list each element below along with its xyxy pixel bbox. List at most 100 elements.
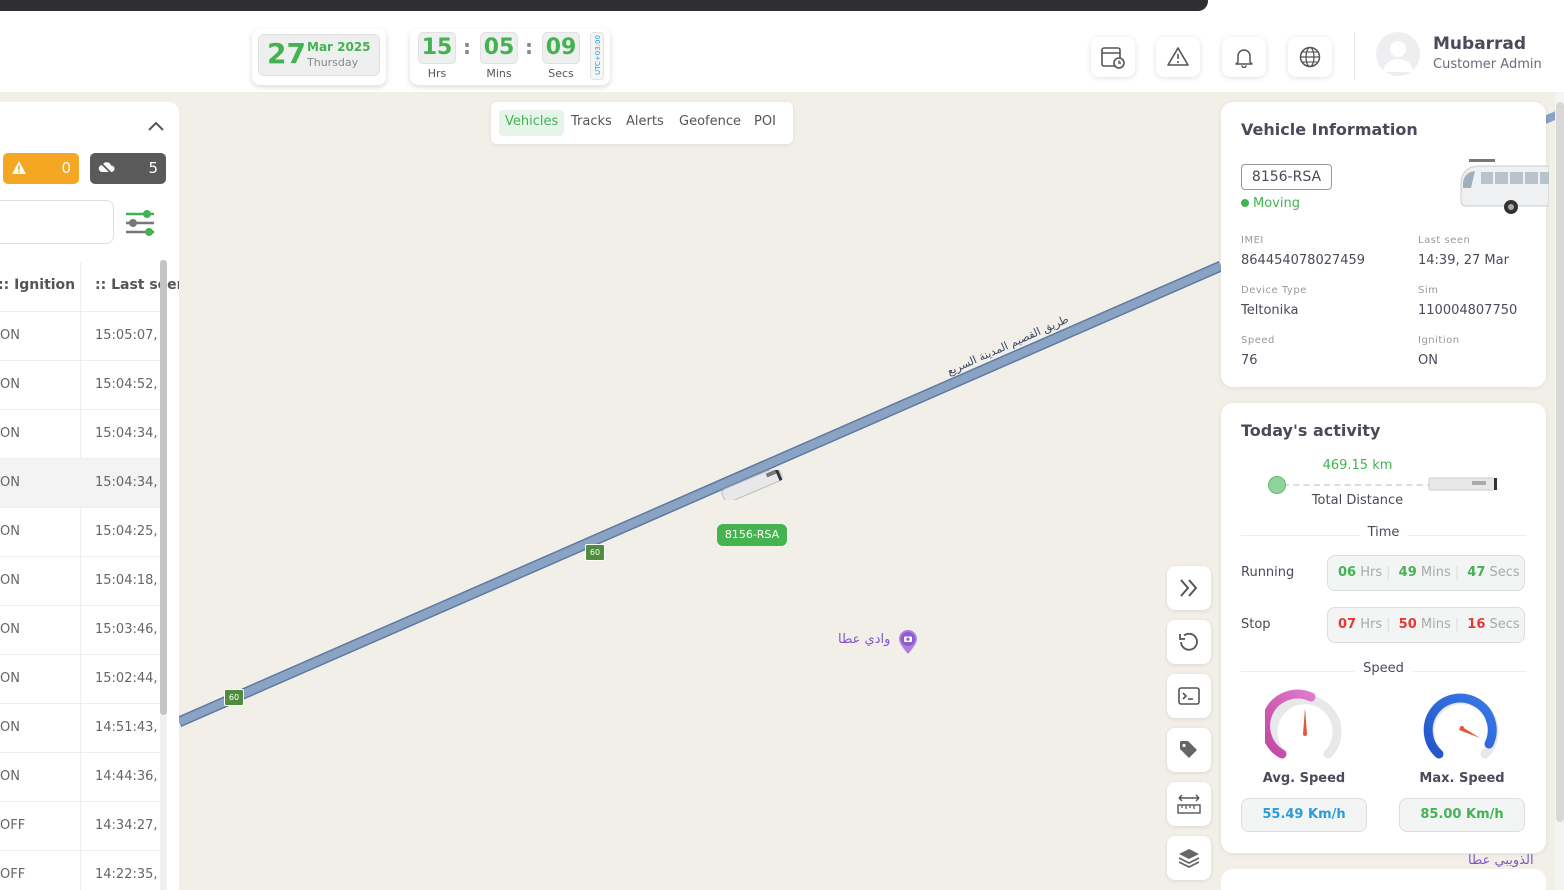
ignition-cell: ON (0, 524, 20, 539)
max-speed-label: Max. Speed (1419, 771, 1505, 786)
last-seen-cell: 15:04:34, 2 (95, 426, 160, 441)
tags-button[interactable] (1167, 728, 1211, 772)
clock-seconds-label: Secs (548, 67, 574, 80)
last-seen-cell: 15:03:46, 2 (95, 622, 160, 637)
vehicle-status-text: Moving (1253, 196, 1300, 211)
language-button[interactable] (1288, 37, 1332, 77)
sim-label: Sim (1418, 285, 1439, 296)
map-layers-button[interactable] (1167, 836, 1211, 880)
poi-label[interactable]: وادي عطا (838, 632, 890, 647)
ignition-cell: ON (0, 622, 20, 637)
table-row[interactable]: OFF 14:34:27, 2 (0, 802, 160, 851)
refresh-button[interactable] (1167, 620, 1211, 664)
table-row[interactable]: OFF 14:22:35, 2 (0, 851, 160, 890)
table-row[interactable]: ON 15:04:34, 2 (0, 410, 160, 459)
date-day: 27 (267, 37, 306, 70)
stop-hrs: 07 (1338, 617, 1357, 632)
vehicle-marker[interactable] (717, 470, 787, 500)
status-dot (1241, 199, 1249, 207)
sim-value: 110004807750 (1418, 303, 1518, 318)
scrollbar-thumb[interactable] (160, 260, 167, 715)
schedule-report-button[interactable] (1091, 37, 1135, 77)
table-row[interactable]: ON 15:04:25, 2 (0, 508, 160, 557)
ignition-cell: OFF (0, 867, 26, 882)
clock-seconds: 09 (542, 32, 580, 64)
tab-poi[interactable]: POI (748, 110, 782, 136)
expand-panel-button[interactable] (1167, 566, 1211, 610)
route-shield-60: 60 (585, 544, 605, 561)
vehicle-status: Moving (1241, 196, 1300, 211)
notifications-button[interactable] (1222, 37, 1266, 77)
imei-value: 864454078027459 (1241, 253, 1366, 268)
command-button[interactable] (1167, 674, 1211, 718)
distance-start-dot (1268, 476, 1286, 494)
time-section-title-text: Time (1359, 525, 1408, 540)
camera-pin-icon[interactable] (897, 629, 919, 659)
tab-geofence[interactable]: Geofence (673, 110, 747, 136)
last-seen-cell: 14:34:27, 2 (95, 818, 160, 833)
table-row[interactable]: ON 15:04:52, 2 (0, 361, 160, 410)
tab-vehicles[interactable]: Vehicles (499, 110, 565, 136)
stop-hrs-unit: Hrs (1360, 617, 1383, 632)
table-row[interactable]: ON 14:51:43, 2 (0, 704, 160, 753)
avg-speed-value: 55.49 Km/h (1241, 798, 1367, 832)
clock-widget: 15 Hrs : 05 Mins : 09 Secs UTC+03:00 (410, 29, 610, 85)
app-header: 27 Mar 2025 Thursday 15 Hrs : 05 Mins : … (0, 17, 1564, 92)
last-seen-cell: 15:05:07, 2 (95, 328, 160, 343)
last-seen-value: 14:39, 27 Mar (1418, 253, 1509, 268)
tab-alerts[interactable]: Alerts (620, 110, 670, 136)
poi-label[interactable]: الذويبي عطا (1468, 853, 1534, 868)
table-row[interactable]: ON 15:03:46, 2 (0, 606, 160, 655)
refresh-icon (1179, 632, 1198, 651)
header-divider (1354, 33, 1355, 79)
ignition-cell: ON (0, 573, 20, 588)
time-section-title: Time (1241, 525, 1526, 540)
bell-icon (1235, 49, 1253, 68)
ignition-label: Ignition (1418, 335, 1460, 346)
avatar[interactable] (1376, 32, 1420, 76)
table-row[interactable]: ON 15:02:44, 2 (0, 655, 160, 704)
ruler-icon (1177, 794, 1201, 814)
date-widget: 27 Mar 2025 Thursday (252, 29, 386, 85)
table-row[interactable]: ON 14:44:36, 2 (0, 753, 160, 802)
distance-track-line (1283, 484, 1433, 486)
vehicle-search-input[interactable] (0, 200, 114, 244)
filter-sliders-icon[interactable] (123, 206, 157, 244)
running-hrs-unit: Hrs (1360, 565, 1383, 580)
last-seen-cell: 15:04:18, 2 (95, 573, 160, 588)
todays-activity-panel: Today's activity 469.15 km Total Distanc… (1221, 403, 1546, 853)
table-row[interactable]: ON 15:04:34, 2 (0, 459, 160, 508)
warning-count: 0 (61, 159, 71, 177)
map-layer-tabs: Vehicles Tracks Alerts Geofence POI (491, 102, 793, 144)
clock-separator: : (463, 35, 471, 59)
route-shield-60: 60 (224, 689, 244, 706)
warning-status-badge[interactable]: 0 (3, 153, 79, 184)
offline-count: 5 (148, 159, 158, 177)
ignition-cell: ON (0, 720, 20, 735)
max-speed-value: 85.00 Km/h (1399, 798, 1525, 832)
vehicle-map-label[interactable]: 8156-RSA (717, 524, 787, 546)
running-duration: 06 Hrs | 49 Mins | 47 Secs (1327, 555, 1525, 591)
table-row[interactable]: ON 15:05:07, 2 (0, 312, 160, 361)
measure-button[interactable] (1167, 782, 1211, 826)
browser-tab-strip (0, 0, 1208, 11)
running-hrs: 06 (1338, 565, 1357, 580)
os-top-bar (0, 0, 1564, 17)
column-header-ignition[interactable]: :: Ignition (0, 277, 75, 293)
speed-section-title: Speed (1241, 661, 1526, 676)
vehicle-list-panel: 0 5 :: Ignition :: Last seen ON 15:05:07,… (0, 102, 179, 890)
total-distance-label: Total Distance (1311, 493, 1404, 508)
alerts-button[interactable] (1156, 37, 1200, 77)
double-chevron-right-icon (1180, 579, 1198, 597)
ignition-cell: ON (0, 769, 20, 784)
table-row[interactable]: ON 15:04:18, 2 (0, 557, 160, 606)
offline-status-badge[interactable]: 5 (90, 153, 166, 184)
total-distance-value: 469.15 km (1322, 458, 1393, 473)
tab-tracks[interactable]: Tracks (565, 110, 618, 136)
device-type-label: Device Type (1241, 285, 1307, 296)
terminal-icon (1178, 687, 1200, 705)
ignition-cell: ON (0, 426, 20, 441)
page-scrollbar-thumb[interactable] (1556, 102, 1564, 822)
user-name[interactable]: Mubarrad (1433, 34, 1526, 54)
chevron-up-icon[interactable] (146, 118, 166, 137)
